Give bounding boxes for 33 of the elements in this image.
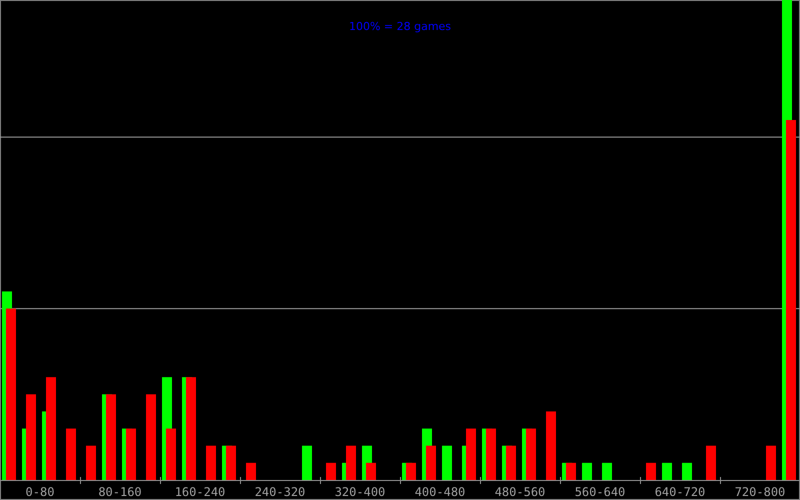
axis-label: 560-640 <box>574 485 626 499</box>
chart-title: 100% = 28 games <box>348 20 452 33</box>
bar <box>526 428 536 480</box>
bar <box>206 446 216 480</box>
bar <box>442 446 452 480</box>
axis-label: 320-400 <box>334 485 386 499</box>
bar <box>602 462 612 480</box>
bar <box>582 462 592 480</box>
bar <box>506 446 516 480</box>
axis-label: 640-720 <box>654 485 706 499</box>
bar <box>566 462 576 480</box>
bar <box>86 446 96 480</box>
axis-label: 400-480 <box>414 485 466 499</box>
bar <box>246 462 256 480</box>
bar <box>226 446 236 480</box>
axis-label: 160-240 <box>174 485 226 499</box>
bar <box>706 446 716 480</box>
axis-label: 720-800 <box>734 485 786 499</box>
bar <box>646 462 656 480</box>
axis-label: 480-560 <box>494 485 546 499</box>
bar <box>302 446 312 480</box>
axis-label: 240-320 <box>254 485 306 499</box>
bar <box>406 462 416 480</box>
bar <box>766 446 776 480</box>
axis-label: 80-160 <box>98 485 142 499</box>
bar <box>126 428 136 480</box>
bar <box>662 462 672 480</box>
bar <box>486 428 496 480</box>
bar <box>682 462 692 480</box>
axis-label: 0-80 <box>26 485 54 499</box>
bar <box>326 462 336 480</box>
bar <box>546 411 556 480</box>
bar <box>66 428 76 480</box>
